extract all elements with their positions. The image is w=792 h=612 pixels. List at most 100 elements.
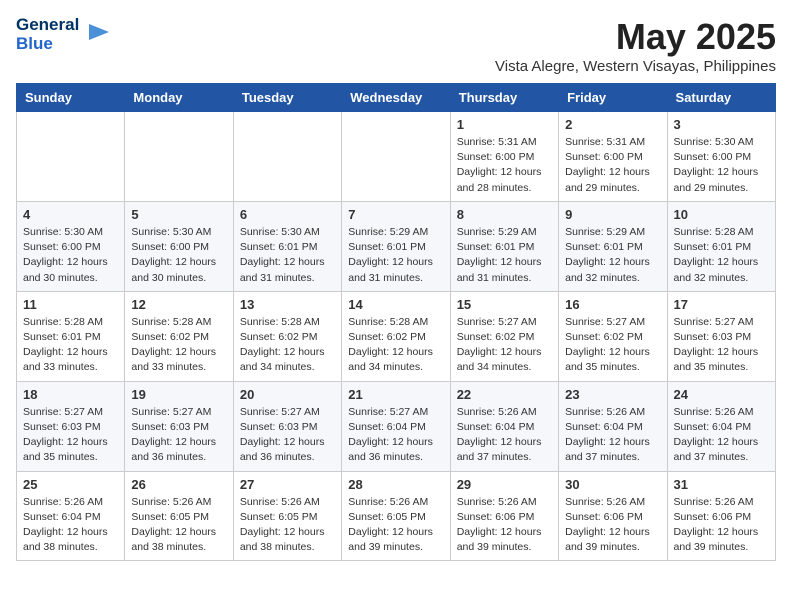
weekday-header: Friday xyxy=(559,84,667,112)
daylight-text: Daylight: 12 hours and 35 minutes. xyxy=(674,346,759,373)
sunset-text: Sunset: 6:00 PM xyxy=(23,241,101,253)
weekday-header: Monday xyxy=(125,84,233,112)
daylight-text: Daylight: 12 hours and 38 minutes. xyxy=(131,526,216,553)
sunset-text: Sunset: 6:03 PM xyxy=(131,421,209,433)
calendar-cell: 14 Sunrise: 5:28 AM Sunset: 6:02 PM Dayl… xyxy=(342,291,450,381)
daylight-text: Daylight: 12 hours and 31 minutes. xyxy=(240,256,325,283)
day-info: Sunrise: 5:26 AM Sunset: 6:04 PM Dayligh… xyxy=(23,495,118,556)
sunrise-text: Sunrise: 5:30 AM xyxy=(240,226,320,238)
calendar-cell: 27 Sunrise: 5:26 AM Sunset: 6:05 PM Dayl… xyxy=(233,471,341,561)
day-number: 4 xyxy=(23,207,118,222)
calendar-cell: 2 Sunrise: 5:31 AM Sunset: 6:00 PM Dayli… xyxy=(559,112,667,202)
sunset-text: Sunset: 6:01 PM xyxy=(348,241,426,253)
sunrise-text: Sunrise: 5:27 AM xyxy=(23,406,103,418)
day-info: Sunrise: 5:26 AM Sunset: 6:04 PM Dayligh… xyxy=(457,405,552,466)
day-info: Sunrise: 5:28 AM Sunset: 6:02 PM Dayligh… xyxy=(240,315,335,376)
day-number: 11 xyxy=(23,297,118,312)
sunset-text: Sunset: 6:04 PM xyxy=(674,421,752,433)
sunrise-text: Sunrise: 5:26 AM xyxy=(457,496,537,508)
daylight-text: Daylight: 12 hours and 38 minutes. xyxy=(240,526,325,553)
sunset-text: Sunset: 6:05 PM xyxy=(240,511,318,523)
calendar-cell: 22 Sunrise: 5:26 AM Sunset: 6:04 PM Dayl… xyxy=(450,381,558,471)
calendar-week-row: 25 Sunrise: 5:26 AM Sunset: 6:04 PM Dayl… xyxy=(17,471,776,561)
day-number: 7 xyxy=(348,207,443,222)
sunrise-text: Sunrise: 5:27 AM xyxy=(565,316,645,328)
calendar-cell: 17 Sunrise: 5:27 AM Sunset: 6:03 PM Dayl… xyxy=(667,291,775,381)
sunset-text: Sunset: 6:01 PM xyxy=(674,241,752,253)
sunrise-text: Sunrise: 5:28 AM xyxy=(348,316,428,328)
daylight-text: Daylight: 12 hours and 35 minutes. xyxy=(565,346,650,373)
sunset-text: Sunset: 6:04 PM xyxy=(348,421,426,433)
sunset-text: Sunset: 6:04 PM xyxy=(457,421,535,433)
calendar-cell: 24 Sunrise: 5:26 AM Sunset: 6:04 PM Dayl… xyxy=(667,381,775,471)
day-number: 10 xyxy=(674,207,769,222)
sunrise-text: Sunrise: 5:26 AM xyxy=(674,406,754,418)
calendar-cell: 5 Sunrise: 5:30 AM Sunset: 6:00 PM Dayli… xyxy=(125,201,233,291)
day-info: Sunrise: 5:31 AM Sunset: 6:00 PM Dayligh… xyxy=(565,135,660,196)
sunrise-text: Sunrise: 5:26 AM xyxy=(674,496,754,508)
daylight-text: Daylight: 12 hours and 37 minutes. xyxy=(457,436,542,463)
daylight-text: Daylight: 12 hours and 34 minutes. xyxy=(348,346,433,373)
daylight-text: Daylight: 12 hours and 39 minutes. xyxy=(565,526,650,553)
sunrise-text: Sunrise: 5:30 AM xyxy=(131,226,211,238)
daylight-text: Daylight: 12 hours and 33 minutes. xyxy=(131,346,216,373)
day-number: 13 xyxy=(240,297,335,312)
month-title: May 2025 xyxy=(495,16,776,58)
calendar-cell: 8 Sunrise: 5:29 AM Sunset: 6:01 PM Dayli… xyxy=(450,201,558,291)
calendar-week-row: 4 Sunrise: 5:30 AM Sunset: 6:00 PM Dayli… xyxy=(17,201,776,291)
day-info: Sunrise: 5:27 AM Sunset: 6:03 PM Dayligh… xyxy=(131,405,226,466)
daylight-text: Daylight: 12 hours and 32 minutes. xyxy=(674,256,759,283)
weekday-header: Tuesday xyxy=(233,84,341,112)
day-info: Sunrise: 5:27 AM Sunset: 6:03 PM Dayligh… xyxy=(23,405,118,466)
calendar-cell: 30 Sunrise: 5:26 AM Sunset: 6:06 PM Dayl… xyxy=(559,471,667,561)
calendar-cell: 10 Sunrise: 5:28 AM Sunset: 6:01 PM Dayl… xyxy=(667,201,775,291)
day-number: 28 xyxy=(348,477,443,492)
day-number: 23 xyxy=(565,387,660,402)
sunrise-text: Sunrise: 5:27 AM xyxy=(348,406,428,418)
sunrise-text: Sunrise: 5:31 AM xyxy=(457,136,537,148)
sunset-text: Sunset: 6:01 PM xyxy=(240,241,318,253)
sunset-text: Sunset: 6:01 PM xyxy=(23,331,101,343)
calendar-cell: 20 Sunrise: 5:27 AM Sunset: 6:03 PM Dayl… xyxy=(233,381,341,471)
calendar-cell: 4 Sunrise: 5:30 AM Sunset: 6:00 PM Dayli… xyxy=(17,201,125,291)
day-number: 26 xyxy=(131,477,226,492)
sunset-text: Sunset: 6:00 PM xyxy=(565,151,643,163)
day-number: 16 xyxy=(565,297,660,312)
sunrise-text: Sunrise: 5:26 AM xyxy=(23,496,103,508)
day-number: 31 xyxy=(674,477,769,492)
daylight-text: Daylight: 12 hours and 34 minutes. xyxy=(457,346,542,373)
day-number: 15 xyxy=(457,297,552,312)
sunset-text: Sunset: 6:02 PM xyxy=(348,331,426,343)
calendar-week-row: 11 Sunrise: 5:28 AM Sunset: 6:01 PM Dayl… xyxy=(17,291,776,381)
calendar-cell: 3 Sunrise: 5:30 AM Sunset: 6:00 PM Dayli… xyxy=(667,112,775,202)
daylight-text: Daylight: 12 hours and 31 minutes. xyxy=(348,256,433,283)
sunrise-text: Sunrise: 5:26 AM xyxy=(131,496,211,508)
calendar-cell: 23 Sunrise: 5:26 AM Sunset: 6:04 PM Dayl… xyxy=(559,381,667,471)
sunset-text: Sunset: 6:00 PM xyxy=(457,151,535,163)
calendar-cell: 11 Sunrise: 5:28 AM Sunset: 6:01 PM Dayl… xyxy=(17,291,125,381)
calendar-cell xyxy=(17,112,125,202)
sunset-text: Sunset: 6:06 PM xyxy=(674,511,752,523)
calendar-cell: 12 Sunrise: 5:28 AM Sunset: 6:02 PM Dayl… xyxy=(125,291,233,381)
day-number: 3 xyxy=(674,117,769,132)
sunset-text: Sunset: 6:00 PM xyxy=(131,241,209,253)
day-info: Sunrise: 5:30 AM Sunset: 6:00 PM Dayligh… xyxy=(131,225,226,286)
sunset-text: Sunset: 6:01 PM xyxy=(565,241,643,253)
day-number: 2 xyxy=(565,117,660,132)
day-info: Sunrise: 5:29 AM Sunset: 6:01 PM Dayligh… xyxy=(348,225,443,286)
day-number: 5 xyxy=(131,207,226,222)
sunrise-text: Sunrise: 5:28 AM xyxy=(240,316,320,328)
weekday-header: Sunday xyxy=(17,84,125,112)
calendar-table: SundayMondayTuesdayWednesdayThursdayFrid… xyxy=(16,83,776,561)
sunset-text: Sunset: 6:06 PM xyxy=(457,511,535,523)
sunrise-text: Sunrise: 5:27 AM xyxy=(674,316,754,328)
day-info: Sunrise: 5:26 AM Sunset: 6:06 PM Dayligh… xyxy=(565,495,660,556)
day-info: Sunrise: 5:29 AM Sunset: 6:01 PM Dayligh… xyxy=(457,225,552,286)
day-info: Sunrise: 5:27 AM Sunset: 6:02 PM Dayligh… xyxy=(457,315,552,376)
day-info: Sunrise: 5:26 AM Sunset: 6:05 PM Dayligh… xyxy=(348,495,443,556)
daylight-text: Daylight: 12 hours and 36 minutes. xyxy=(131,436,216,463)
day-info: Sunrise: 5:26 AM Sunset: 6:06 PM Dayligh… xyxy=(674,495,769,556)
sunrise-text: Sunrise: 5:29 AM xyxy=(348,226,428,238)
day-number: 30 xyxy=(565,477,660,492)
sunset-text: Sunset: 6:04 PM xyxy=(565,421,643,433)
